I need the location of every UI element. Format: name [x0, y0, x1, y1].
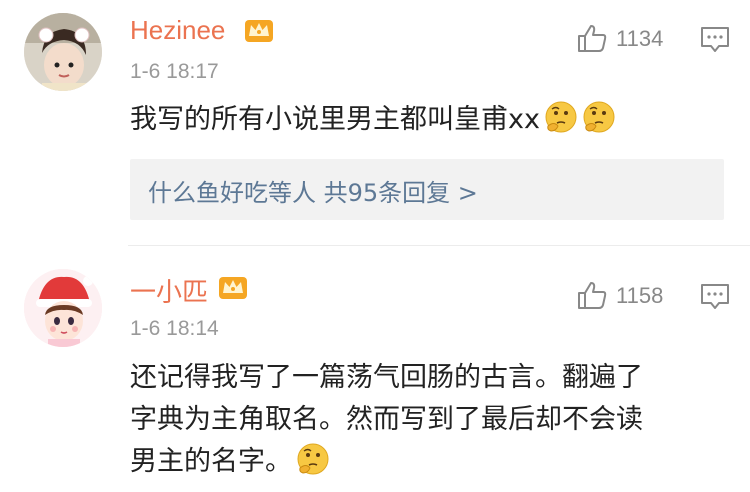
- username[interactable]: 一小匹: [130, 272, 208, 309]
- reply-summary-box[interactable]: 什么鱼好吃等人 共95条回复 >: [130, 159, 724, 220]
- comment-bubble-icon[interactable]: [700, 26, 730, 54]
- vip-crown-icon: [219, 277, 247, 299]
- comment-time: 1-6 18:17: [130, 60, 219, 83]
- comment-text: 还记得我写了一篇荡气回肠的古言。翻遍了 字典为主角取名。然而写到了最后却不会读 …: [130, 357, 720, 483]
- reply-summary-link[interactable]: 什么鱼好吃等人 共95条回复 >: [148, 173, 478, 208]
- thinking-face-emoji: [297, 443, 329, 475]
- thinking-face-emoji: [545, 101, 577, 133]
- comment-divider: [128, 245, 750, 246]
- comment-text-line: 还记得我写了一篇荡气回肠的古言。翻遍了: [130, 362, 643, 393]
- avatar[interactable]: [24, 13, 102, 91]
- comment-item: 一小匹 1-6 18:14 1158 还记得我写了一篇荡气回肠的古言。翻遍了 字…: [0, 247, 750, 492]
- comment-bubble-icon[interactable]: [700, 283, 730, 311]
- comment-item: Hezinee 1-6 18:17 1134 我写的所有小说里男主都叫皇甫xx: [0, 0, 750, 246]
- comment-text-content: 我写的所有小说里男主都叫皇甫xx: [130, 104, 540, 135]
- comment-text-line: 字典为主角取名。然而写到了最后却不会读: [130, 404, 643, 435]
- comment-text: 我写的所有小说里男主都叫皇甫xx: [130, 99, 616, 141]
- thumbs-up-icon[interactable]: [576, 22, 608, 54]
- like-count: 1134: [616, 26, 664, 51]
- thumbs-up-icon[interactable]: [576, 279, 608, 311]
- like-count: 1158: [616, 283, 664, 308]
- comment-text-line: 男主的名字。: [130, 441, 720, 483]
- avatar[interactable]: [24, 269, 102, 347]
- comment-time: 1-6 18:14: [130, 317, 219, 340]
- vip-crown-icon: [245, 20, 273, 42]
- username[interactable]: Hezinee: [130, 15, 225, 46]
- comment-text-line-content: 男主的名字。: [130, 446, 292, 477]
- thinking-face-emoji: [583, 101, 615, 133]
